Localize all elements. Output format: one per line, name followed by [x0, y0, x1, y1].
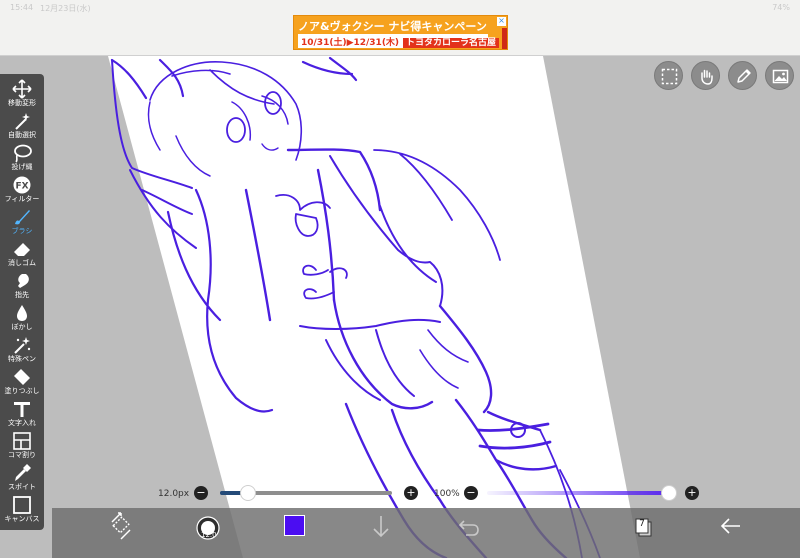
- tool-text[interactable]: 文字入れ: [0, 396, 44, 428]
- tool-label: 特殊ペン: [8, 355, 36, 363]
- opacity-thumb[interactable]: [661, 485, 677, 501]
- opacity-slider[interactable]: [487, 491, 669, 495]
- tool-label: スポイト: [8, 483, 36, 491]
- fx-icon: FX: [13, 176, 31, 194]
- tool-fill[interactable]: 塗りつぶし: [0, 364, 44, 396]
- tool-filter[interactable]: FX フィルター: [0, 172, 44, 204]
- pencil-icon: [737, 69, 751, 83]
- tool-frame[interactable]: コマ割り: [0, 428, 44, 460]
- status-battery: 74%: [772, 3, 790, 12]
- ad-banner[interactable]: ノア&ヴォクシー ナビ得キャンペーン 10/31(土)▶12/31(木) トヨタカ…: [293, 15, 508, 50]
- tool-label: 指先: [15, 291, 29, 299]
- status-time: 15:44: [10, 3, 34, 12]
- back-arrow-icon[interactable]: [718, 508, 744, 548]
- selection-dashed-icon: [661, 68, 678, 85]
- canvas-icon: [13, 496, 31, 514]
- image-icon: [772, 69, 789, 84]
- transform-rotate-icon[interactable]: [108, 508, 134, 548]
- drop-icon: [17, 305, 27, 321]
- brush-preview-button[interactable]: 12.0: [194, 508, 222, 548]
- ad-dealer: トヨタカローラ名古屋: [403, 38, 500, 48]
- current-color-swatch[interactable]: [284, 515, 305, 536]
- drawing-canvas[interactable]: [0, 56, 800, 558]
- tool-eraser[interactable]: 消しゴム: [0, 236, 44, 268]
- eraser-icon: [14, 243, 30, 256]
- download-arrow-icon[interactable]: [370, 508, 392, 548]
- tool-label: ぼかし: [11, 323, 33, 331]
- status-date: 12月23日(水): [40, 4, 91, 13]
- tool-label: 投げ縄: [11, 163, 33, 171]
- tool-label: 塗りつぶし: [4, 387, 40, 395]
- tool-auto-select[interactable]: 自動選択: [0, 108, 44, 140]
- opacity-decrease-button[interactable]: −: [464, 486, 478, 500]
- ad-headline: ノア&ヴォクシー ナビ得キャンペーン: [298, 20, 487, 33]
- tool-eyedropper[interactable]: スポイト: [0, 460, 44, 492]
- selection-tool-button[interactable]: [654, 61, 683, 90]
- canvas-paper: [108, 56, 640, 558]
- ad-dates: 10/31(土)▶12/31(木): [301, 38, 400, 48]
- pencil-tool-button[interactable]: [728, 61, 757, 90]
- tool-label: ブラシ: [11, 227, 33, 235]
- tool-special-pen[interactable]: 特殊ペン: [0, 332, 44, 364]
- sparkle-pen-icon: [14, 337, 31, 354]
- brush-size-decrease-button[interactable]: −: [194, 486, 208, 500]
- tool-label: 自動選択: [8, 131, 36, 139]
- tool-label: 文字入れ: [8, 419, 36, 427]
- brush-size-increase-button[interactable]: +: [404, 486, 418, 500]
- brush-preview-icon: [196, 516, 220, 540]
- left-toolbar: 移動変形 自動選択 投げ縄 FX フィルター ブラシ 消しゴム 指先 ぼかし 特…: [0, 74, 44, 530]
- ad-edge: [502, 28, 507, 49]
- hand-tool-button[interactable]: [691, 61, 720, 90]
- lasso-icon: [14, 144, 32, 163]
- opacity-label: 100%: [434, 489, 460, 499]
- tool-label: フィルター: [4, 195, 40, 203]
- brush-size-label: 12.0px: [158, 489, 190, 499]
- layers-button[interactable]: 7: [631, 508, 655, 548]
- undo-icon[interactable]: [456, 508, 482, 548]
- move-arrows-icon: [12, 79, 32, 99]
- text-icon: [14, 402, 30, 417]
- status-bar: 15:44 12月23日(水) 74% ノア&ヴォクシー ナビ得キャンペーン 1…: [0, 0, 800, 56]
- tool-finger[interactable]: 指先: [0, 268, 44, 300]
- opacity-increase-button[interactable]: +: [685, 486, 699, 500]
- tool-label: キャンバス: [4, 515, 40, 523]
- bucket-icon: [14, 369, 30, 385]
- tool-label: コマ割り: [8, 451, 36, 459]
- ad-subline: 10/31(土)▶12/31(木) トヨタカローラ名古屋: [298, 34, 500, 48]
- hand-icon: [701, 69, 713, 85]
- brush-preview-size: 12.0: [201, 531, 217, 539]
- tool-label: 移動変形: [8, 99, 36, 107]
- eyedropper-icon: [15, 464, 31, 481]
- tool-canvas[interactable]: キャンバス: [0, 492, 44, 524]
- layer-count: 7: [639, 519, 645, 529]
- tool-blur[interactable]: ぼかし: [0, 300, 44, 332]
- ad-close-button[interactable]: ×: [497, 17, 506, 26]
- finger-icon: [18, 274, 29, 288]
- frame-icon: [13, 432, 31, 450]
- bottom-bar: [52, 508, 800, 558]
- tool-brush[interactable]: ブラシ: [0, 204, 44, 236]
- brush-size-thumb[interactable]: [239, 485, 256, 501]
- brush-icon: [15, 210, 30, 225]
- tool-label: 消しゴム: [8, 259, 36, 267]
- magic-wand-icon: [15, 113, 30, 130]
- tool-move-transform[interactable]: 移動変形: [0, 76, 44, 108]
- svg-text:FX: FX: [15, 182, 28, 192]
- tool-lasso[interactable]: 投げ縄: [0, 140, 44, 172]
- image-tool-button[interactable]: [765, 61, 794, 90]
